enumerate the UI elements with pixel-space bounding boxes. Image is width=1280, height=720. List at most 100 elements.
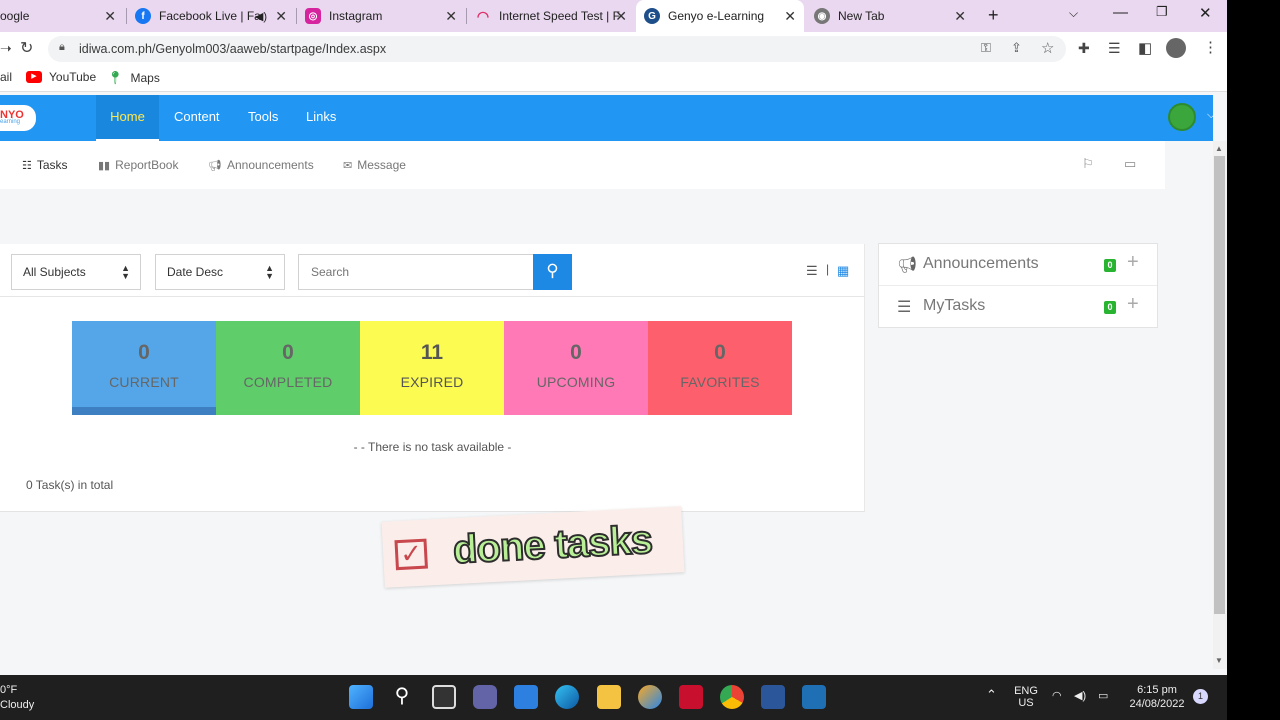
tab-google[interactable]: oogle ✕ bbox=[0, 0, 124, 32]
speaker-icon[interactable]: ◀) bbox=[255, 10, 267, 23]
wifi-icon[interactable]: ◠ bbox=[1052, 689, 1062, 702]
stat-count: 0 bbox=[570, 341, 582, 364]
nav-content[interactable]: Content bbox=[163, 95, 231, 141]
key-icon[interactable]: ⚿ bbox=[981, 40, 991, 56]
stat-tile-completed[interactable]: 0 COMPLETED bbox=[216, 321, 360, 415]
scroll-down-arrow-icon[interactable]: ▼ bbox=[1215, 656, 1223, 665]
reload-icon[interactable]: ↻ bbox=[20, 38, 33, 58]
tab-search-chevron-icon[interactable]: ⌵ bbox=[1069, 6, 1078, 21]
notification-badge[interactable]: 1 bbox=[1193, 689, 1208, 704]
flag-icon[interactable]: ⚐ bbox=[1082, 156, 1094, 172]
nav-links[interactable]: Links bbox=[295, 95, 347, 141]
stat-label: CURRENT bbox=[109, 374, 179, 390]
stat-label: FAVORITES bbox=[680, 374, 760, 390]
stat-tile-favorites[interactable]: 0 FAVORITES bbox=[648, 321, 792, 415]
tab-new-tab[interactable]: ◉ New Tab ✕ bbox=[806, 0, 974, 32]
tab-instagram[interactable]: ◎ Instagram ✕ bbox=[297, 0, 465, 32]
bookmark-label: Maps bbox=[130, 71, 160, 85]
windows-start-icon[interactable] bbox=[349, 685, 373, 709]
nav-home[interactable]: Home bbox=[96, 95, 159, 141]
tray-chevron-up-icon[interactable]: ⌃ bbox=[986, 687, 997, 703]
bookmark-star-icon[interactable]: ☆ bbox=[1041, 39, 1054, 57]
user-avatar[interactable] bbox=[1168, 103, 1196, 131]
nav-tools[interactable]: Tools bbox=[237, 95, 289, 141]
weather-temp[interactable]: 0°F bbox=[0, 684, 17, 696]
subnav-reportbook[interactable]: ▮▮ ReportBook bbox=[98, 158, 178, 172]
browser-toolbar: ➝ ↻ 🔒︎ idiwa.com.ph/Genyolm003/aaweb/sta… bbox=[0, 32, 1227, 64]
forward-arrow-icon[interactable]: ➝ bbox=[0, 40, 12, 57]
search-input[interactable] bbox=[298, 254, 534, 290]
address-bar[interactable]: 🔒︎ idiwa.com.ph/Genyolm003/aaweb/startpa… bbox=[48, 36, 1066, 62]
mcafee-icon[interactable] bbox=[679, 685, 703, 709]
stat-tile-expired[interactable]: 11 EXPIRED bbox=[360, 321, 504, 415]
close-icon[interactable]: ✕ bbox=[615, 8, 627, 25]
bookmark-youtube[interactable]: ▶ YouTube bbox=[26, 70, 96, 84]
bookmark-gmail[interactable]: ail bbox=[0, 70, 12, 84]
genyo-logo[interactable]: NYO earning bbox=[0, 105, 36, 131]
search-icon[interactable]: ⚲ bbox=[390, 685, 414, 709]
new-tab-plus-icon[interactable]: + bbox=[988, 5, 999, 26]
sticker-text: done tasks bbox=[451, 517, 654, 573]
stat-label: EXPIRED bbox=[400, 374, 464, 390]
add-plus-icon[interactable]: + bbox=[1127, 251, 1139, 274]
subnav-label: Announcements bbox=[226, 158, 314, 172]
profile-avatar-icon[interactable] bbox=[1166, 38, 1186, 58]
sidebar-item-announcements[interactable]: 📢︎ Announcements 0 + bbox=[879, 244, 1157, 286]
tab-genyo[interactable]: G Genyo e-Learning ✕ bbox=[636, 0, 804, 32]
store-icon[interactable] bbox=[514, 685, 538, 709]
sort-select[interactable]: Date Desc ▲ ▼ bbox=[155, 254, 285, 290]
extensions-puzzle-icon[interactable]: ✚ bbox=[1078, 40, 1090, 57]
image-viewer-icon[interactable] bbox=[802, 685, 826, 709]
sidebar-item-label: MyTasks bbox=[923, 297, 986, 314]
minimize-icon[interactable]: — bbox=[1113, 4, 1128, 21]
language-indicator[interactable]: ENG US bbox=[1012, 685, 1040, 709]
list-view-icon[interactable]: ☰ bbox=[806, 263, 818, 279]
calendar-icon[interactable]: ▭ bbox=[1124, 156, 1136, 172]
subnav-tasks[interactable]: ☷ Tasks bbox=[22, 158, 68, 172]
tab-speedtest[interactable]: ◠ Internet Speed Test | F ✕ bbox=[467, 0, 635, 32]
close-icon[interactable]: ✕ bbox=[275, 8, 287, 25]
close-icon[interactable]: ✕ bbox=[445, 8, 457, 25]
done-tasks-sticker: ✓ done tasks bbox=[381, 506, 685, 588]
subnav-announcements[interactable]: 📢︎ Announcements bbox=[208, 158, 314, 172]
youtube-icon: ▶ bbox=[26, 71, 42, 83]
teams-chat-icon[interactable] bbox=[473, 685, 497, 709]
subject-select[interactable]: All Subjects ▲ ▼ bbox=[11, 254, 141, 290]
add-plus-icon[interactable]: + bbox=[1127, 293, 1139, 316]
share-icon[interactable]: ⇪ bbox=[1011, 40, 1022, 56]
chevron-down-icon[interactable]: ⌵ bbox=[1207, 109, 1215, 122]
scrollbar-thumb[interactable] bbox=[1214, 156, 1225, 614]
count-badge: 0 bbox=[1104, 259, 1116, 272]
photos-app-icon[interactable] bbox=[638, 685, 662, 709]
battery-icon[interactable]: ▭ bbox=[1098, 689, 1108, 702]
subnav-message[interactable]: ✉ Message bbox=[343, 158, 406, 172]
bookmark-maps[interactable]: 📍︎ Maps bbox=[107, 70, 160, 86]
clock[interactable]: 6:15 pm 24/08/2022 bbox=[1124, 684, 1190, 710]
edge-icon[interactable] bbox=[555, 685, 579, 709]
stat-tile-upcoming[interactable]: 0 UPCOMING bbox=[504, 321, 648, 415]
stat-tile-current[interactable]: 0 CURRENT bbox=[72, 321, 216, 415]
restore-icon[interactable]: ❐ bbox=[1156, 4, 1168, 20]
window-close-icon[interactable]: ✕ bbox=[1199, 4, 1212, 22]
close-icon[interactable]: ✕ bbox=[784, 8, 796, 25]
sidebar-item-mytasks[interactable]: ☰ MyTasks 0 + bbox=[879, 286, 1157, 328]
stat-count: 11 bbox=[420, 341, 444, 364]
tab-title: New Tab bbox=[838, 9, 885, 23]
envelope-icon: ✉ bbox=[343, 159, 353, 172]
scroll-up-arrow-icon[interactable]: ▲ bbox=[1215, 144, 1223, 153]
tab-facebook[interactable]: f Facebook Live | Fa ◀) ✕ bbox=[127, 0, 295, 32]
reading-list-icon[interactable]: ☰ bbox=[1108, 40, 1121, 57]
side-panel-icon[interactable]: ◧ bbox=[1138, 39, 1152, 57]
file-explorer-icon[interactable] bbox=[597, 685, 621, 709]
weather-desc[interactable]: Cloudy bbox=[0, 699, 34, 711]
close-icon[interactable]: ✕ bbox=[954, 8, 966, 25]
subnav-label: Message bbox=[357, 158, 406, 172]
kebab-menu-icon[interactable]: ⋮ bbox=[1203, 38, 1218, 56]
volume-icon[interactable]: ◀) bbox=[1074, 689, 1086, 702]
word-icon[interactable] bbox=[761, 685, 785, 709]
task-view-icon[interactable] bbox=[432, 685, 456, 709]
search-button[interactable]: ⚲ bbox=[533, 254, 572, 290]
chrome-icon[interactable] bbox=[720, 685, 744, 709]
grid-view-icon[interactable]: ▦ bbox=[837, 263, 849, 279]
close-icon[interactable]: ✕ bbox=[104, 8, 116, 25]
